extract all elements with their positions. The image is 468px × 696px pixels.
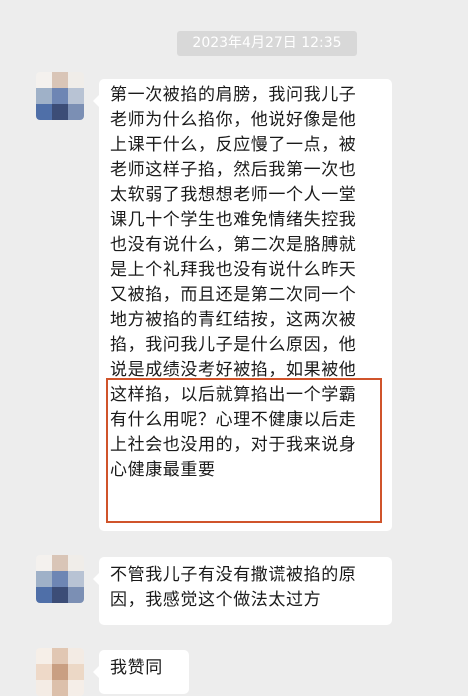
message-line: 太软弱了我想想老师一个人一堂	[110, 185, 357, 205]
message-line: 也没有说什么，第二次是胳膊就	[110, 235, 357, 255]
message-line: 心健康最重要	[110, 460, 216, 480]
message-bubble[interactable]: 不管我儿子有没有撒谎被掐的原 因，我感觉这个做法太过方	[93, 557, 392, 625]
message-line: 老师为什么掐你，他说好像是他	[110, 110, 357, 130]
message-line: 有什么用呢？心理不健康以后走	[110, 410, 357, 430]
message-line: 第一次被掐的肩膀，我问我儿子	[110, 85, 357, 105]
message-line: 上社会也没用的，对于我来说身	[110, 435, 357, 455]
message-line: 地方被掐的青红结按，这两次被	[110, 310, 357, 330]
message-bubble[interactable]: 我赞同	[93, 650, 189, 694]
sender-avatar[interactable]	[36, 648, 84, 696]
message-line: 不管我儿子有没有撒谎被掐的原	[110, 565, 357, 585]
message-line: 掐，我问我儿子是什么原因，他	[110, 335, 357, 355]
message-line: 课几十个学生也难免情绪失控我	[110, 210, 357, 230]
message-line: 这样掐，以后就算掐出一个学霸	[110, 385, 357, 405]
message-line: 我赞同	[110, 658, 163, 678]
message-line: 说是成绩没考好被掐，如果被他	[110, 360, 357, 380]
sender-avatar[interactable]	[36, 72, 84, 120]
message-line: 因，我感觉这个做法太过方	[110, 590, 322, 610]
message-timestamp: 2023年4月27日 12:35	[177, 31, 357, 56]
message-bubble[interactable]: 第一次被掐的肩膀，我问我儿子 老师为什么掐你，他说好像是他 上课干什么，反应慢了…	[93, 79, 392, 531]
message-line: 是上个礼拜我也没有说什么昨天	[110, 260, 357, 280]
message-line: 上课干什么，反应慢了一点，被	[110, 135, 357, 155]
message-line: 又被掐，而且还是第二次同一个	[110, 285, 357, 305]
sender-avatar[interactable]	[36, 555, 84, 603]
message-line: 老师这样子掐，然后我第一次也	[110, 160, 357, 180]
